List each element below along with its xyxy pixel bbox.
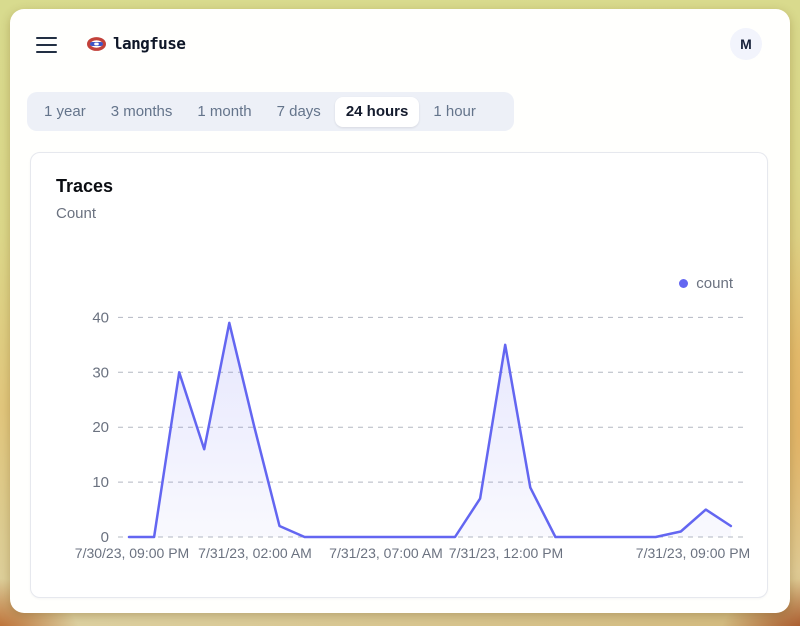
- tab-7-days[interactable]: 7 days: [266, 97, 332, 127]
- user-avatar[interactable]: M: [730, 28, 762, 60]
- svg-text:40: 40: [92, 309, 109, 326]
- svg-text:7/31/23, 09:00 PM: 7/31/23, 09:00 PM: [636, 545, 750, 561]
- svg-text:7/30/23, 09:00 PM: 7/30/23, 09:00 PM: [75, 545, 189, 561]
- traces-area-chart: 0 10 20 30 40 7/30/23, 09:00 PM 7/31/23, 02:00…: [61, 301, 761, 586]
- app-window: langfuse M 1 year 3 months 1 month 7 day…: [10, 9, 790, 613]
- tab-3-months[interactable]: 3 months: [100, 97, 184, 127]
- card-subtitle: Count: [56, 205, 96, 222]
- brand-name: langfuse: [113, 34, 185, 53]
- legend-label: count: [696, 275, 733, 292]
- svg-text:30: 30: [92, 364, 109, 381]
- avatar-initial: M: [740, 36, 752, 52]
- menu-icon[interactable]: [35, 35, 59, 55]
- time-range-tabbar: 1 year 3 months 1 month 7 days 24 hours …: [27, 92, 514, 131]
- card-title: Traces: [56, 176, 113, 197]
- tab-1-hour[interactable]: 1 hour: [422, 97, 487, 127]
- svg-text:10: 10: [92, 474, 109, 491]
- legend-swatch-icon: [679, 279, 688, 288]
- svg-text:7/31/23, 07:00 AM: 7/31/23, 07:00 AM: [329, 545, 443, 561]
- svg-text:20: 20: [92, 419, 109, 436]
- tab-24-hours[interactable]: 24 hours: [335, 97, 420, 127]
- svg-text:0: 0: [101, 529, 109, 546]
- traces-card: Traces Count count 0 10 20 30 40 7/30/23, 09:…: [30, 152, 768, 598]
- tab-1-year[interactable]: 1 year: [33, 97, 97, 127]
- chart-legend: count: [679, 275, 733, 292]
- page-background: langfuse M 1 year 3 months 1 month 7 day…: [0, 0, 800, 626]
- brand[interactable]: langfuse: [87, 34, 185, 53]
- svg-text:7/31/23, 12:00 PM: 7/31/23, 12:00 PM: [449, 545, 563, 561]
- langfuse-logo-icon: [87, 37, 106, 51]
- tab-1-month[interactable]: 1 month: [186, 97, 262, 127]
- svg-text:7/31/23, 02:00 AM: 7/31/23, 02:00 AM: [198, 545, 312, 561]
